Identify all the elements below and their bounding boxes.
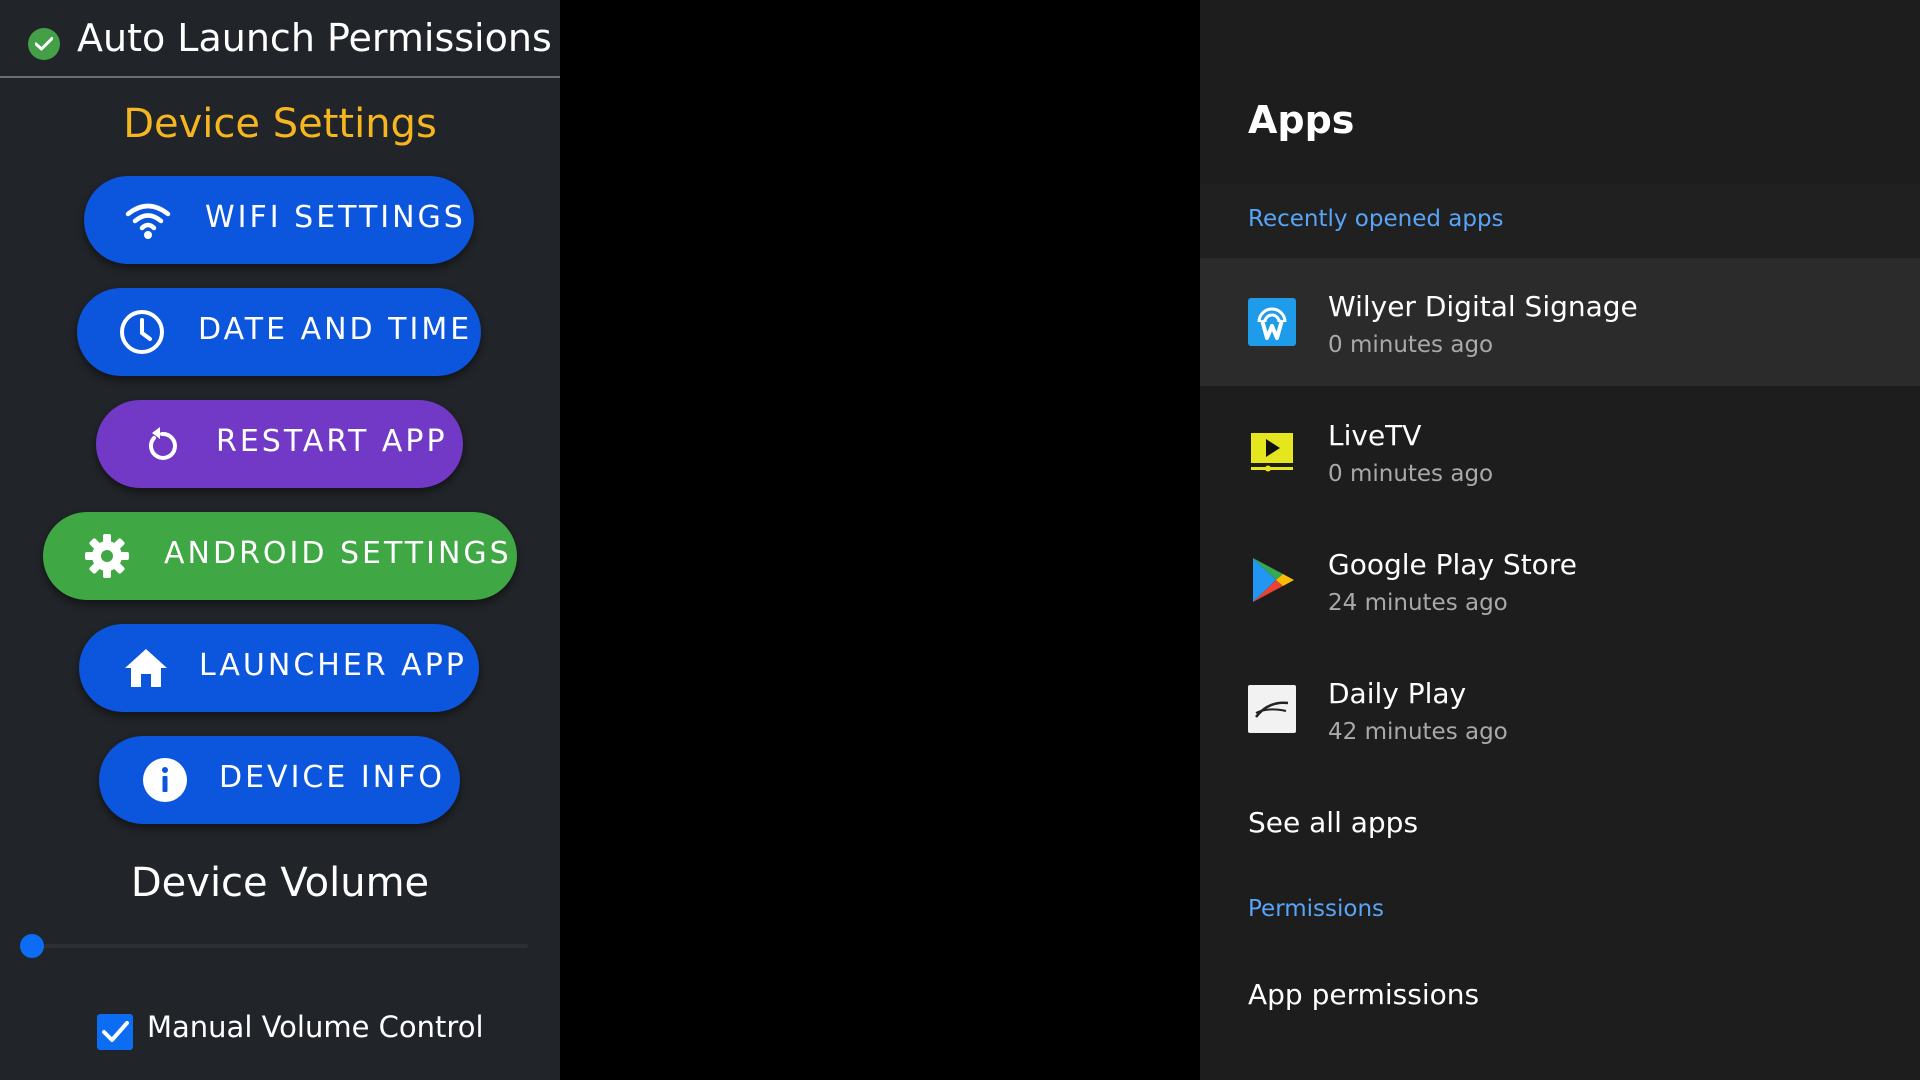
livetv-icon: [1248, 427, 1296, 475]
volume-slider-thumb[interactable]: [20, 934, 44, 958]
clock-icon: [118, 308, 166, 356]
check-circle-icon: [28, 28, 60, 60]
app-row-play-store[interactable]: Google Play Store 24 minutes ago: [1200, 516, 1920, 644]
recently-opened-header: Recently opened apps: [1200, 184, 1920, 258]
gear-icon: [83, 532, 131, 580]
recently-opened-label: Recently opened apps: [1248, 206, 1504, 232]
daily-play-icon: [1248, 685, 1296, 733]
app-name: Wilyer Digital Signage: [1328, 290, 1638, 323]
info-icon: [141, 756, 189, 804]
android-settings-label: ANDROID SETTINGS: [164, 536, 512, 571]
app-row-daily-play[interactable]: Daily Play 42 minutes ago: [1200, 645, 1920, 773]
volume-slider-track[interactable]: [32, 944, 528, 948]
app-time: 24 minutes ago: [1328, 590, 1508, 616]
app-permissions-link[interactable]: App permissions: [1248, 978, 1479, 1011]
play-store-icon: [1248, 556, 1296, 604]
wifi-settings-button[interactable]: WIFI SETTINGS: [84, 176, 474, 264]
date-and-time-button[interactable]: DATE AND TIME: [77, 288, 481, 376]
restart-app-label: RESTART APP: [216, 424, 448, 459]
permissions-header: Permissions: [1248, 896, 1385, 922]
launcher-app-button[interactable]: LAUNCHER APP: [79, 624, 479, 712]
restart-icon: [138, 420, 186, 468]
device-settings-panel: Auto Launch Permissions Device Settings …: [0, 0, 560, 1080]
wifi-settings-label: WIFI SETTINGS: [205, 200, 466, 235]
apps-settings-panel: Apps Recently opened apps Wilyer Digital…: [1200, 0, 1920, 1080]
device-volume-title: Device Volume: [130, 860, 430, 906]
app-time: 0 minutes ago: [1328, 461, 1494, 487]
app-name: LiveTV: [1328, 419, 1422, 452]
apps-title: Apps: [1248, 98, 1355, 142]
manual-volume-checkbox[interactable]: [97, 1014, 133, 1050]
panel-title: Auto Launch Permissions: [77, 16, 552, 60]
see-all-apps-link[interactable]: See all apps: [1248, 806, 1418, 839]
restart-app-button[interactable]: RESTART APP: [96, 400, 463, 488]
wilyer-icon: [1248, 298, 1296, 346]
device-info-label: DEVICE INFO: [219, 760, 446, 795]
date-and-time-label: DATE AND TIME: [198, 312, 473, 347]
device-info-button[interactable]: DEVICE INFO: [99, 736, 460, 824]
wifi-icon: [124, 196, 172, 244]
home-icon: [122, 644, 170, 692]
app-row-wilyer[interactable]: Wilyer Digital Signage 0 minutes ago: [1200, 258, 1920, 386]
app-time: 0 minutes ago: [1328, 332, 1494, 358]
launcher-app-label: LAUNCHER APP: [199, 648, 467, 683]
section-title: Device Settings: [123, 101, 437, 147]
manual-volume-label: Manual Volume Control: [147, 1010, 484, 1044]
panel-header: Auto Launch Permissions: [0, 0, 560, 78]
app-time: 42 minutes ago: [1328, 719, 1508, 745]
android-settings-button[interactable]: ANDROID SETTINGS: [43, 512, 517, 600]
app-name: Google Play Store: [1328, 548, 1577, 581]
app-name: Daily Play: [1328, 677, 1467, 710]
app-row-livetv[interactable]: LiveTV 0 minutes ago: [1200, 387, 1920, 515]
